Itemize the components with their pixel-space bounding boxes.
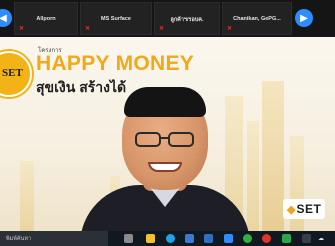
headline-english: HAPPY MONEY — [36, 52, 195, 75]
glasses-bridge — [161, 137, 169, 139]
participant-tile[interactable]: Allporn ✕ — [14, 2, 78, 35]
badge-text: SET — [2, 67, 23, 79]
windows-taskbar: พิมพ์ค้นหา ☁ — [0, 231, 335, 246]
participant-name: MS Surface — [101, 16, 131, 22]
participant-name: Chanikan, GePG... — [233, 16, 281, 22]
app-icon[interactable] — [282, 234, 291, 243]
set-sponsor-logo: ◆ SET — [283, 199, 326, 219]
headline-thai: สุขเงิน สร้างได้ — [36, 79, 127, 95]
cloud-icon[interactable]: ☁ — [318, 235, 324, 242]
task-view-icon[interactable] — [124, 234, 133, 243]
muted-mic-icon: ✕ — [227, 26, 233, 32]
glasses-lens-left — [135, 132, 161, 147]
app-icon[interactable] — [302, 234, 311, 243]
zoom-icon[interactable] — [224, 234, 233, 243]
chrome-icon[interactable] — [262, 234, 271, 243]
line-icon[interactable] — [243, 234, 252, 243]
participant-tile[interactable]: MS Surface ✕ — [80, 2, 152, 35]
previous-participants-button[interactable]: ◀ — [0, 9, 12, 27]
participant-strip: ◀ Allporn ✕ MS Surface ✕ ลูกค้าฯ/รอบค. ✕… — [0, 0, 335, 37]
active-speaker-video: SET โครงการ HAPPY MONEY สุขเงิน สร้างได้… — [0, 37, 335, 231]
store-icon[interactable] — [204, 234, 213, 243]
search-placeholder: พิมพ์ค้นหา — [6, 236, 32, 242]
background-building — [247, 121, 259, 231]
set-logo-badge: SET — [0, 51, 32, 97]
set-logo-icon: ◆ — [287, 203, 296, 216]
muted-mic-icon: ✕ — [159, 26, 165, 32]
participant-name: ลูกค้าฯ/รอบค. — [170, 17, 204, 23]
participant-tile[interactable]: ลูกค้าฯ/รอบค. ✕ — [154, 2, 220, 35]
edge-icon[interactable] — [166, 234, 175, 243]
participant-tile[interactable]: Chanikan, GePG... ✕ — [222, 2, 292, 35]
participant-name: Allporn — [36, 16, 56, 22]
speaker-hair — [124, 87, 206, 117]
next-participants-button[interactable]: ▶ — [295, 9, 313, 27]
background-building — [262, 81, 284, 231]
background-building — [20, 161, 34, 231]
speaker-smile — [148, 162, 182, 172]
sponsor-text: SET — [296, 202, 322, 216]
muted-mic-icon: ✕ — [19, 26, 25, 32]
taskbar-search-input[interactable]: พิมพ์ค้นหา — [0, 231, 108, 246]
muted-mic-icon: ✕ — [85, 26, 91, 32]
chevron-left-icon: ◀ — [0, 12, 7, 24]
glasses-lens-right — [168, 132, 194, 147]
mail-icon[interactable] — [185, 234, 194, 243]
file-explorer-icon[interactable] — [146, 234, 155, 243]
chevron-right-icon: ▶ — [300, 12, 308, 24]
